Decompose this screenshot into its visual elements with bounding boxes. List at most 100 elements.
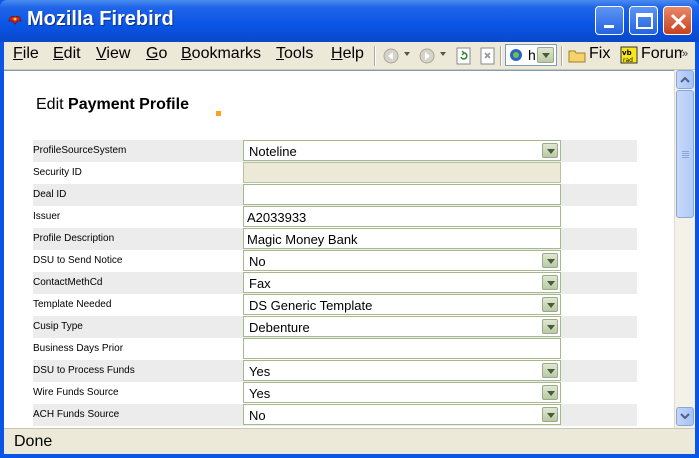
select-field[interactable]: Yes (243, 360, 561, 381)
form-row: Security ID (33, 162, 637, 184)
form-row: Issuer A2033933 (33, 206, 637, 228)
text-field (243, 162, 561, 183)
form-row: DSU to Process Funds Yes (33, 360, 637, 382)
form-row: Wire Funds Source Yes (33, 382, 637, 404)
grip-line (682, 155, 689, 156)
select-field[interactable]: DS Generic Template (243, 294, 561, 315)
stop-icon[interactable] (479, 47, 497, 65)
forum-icon: vb rad (620, 46, 638, 64)
toolbar-separator (374, 46, 376, 66)
maximize-button[interactable] (629, 6, 658, 35)
scroll-down-button[interactable] (676, 407, 694, 426)
url-field[interactable]: h (505, 44, 557, 66)
select-field[interactable]: No (243, 250, 561, 271)
overflow-icon[interactable]: » (682, 48, 688, 60)
form-row: Profile Description Magic Money Bank (33, 228, 637, 250)
select-field[interactable]: Fax (243, 272, 561, 293)
text-field[interactable]: A2033933 (243, 206, 561, 227)
scroll-up-icon (680, 76, 690, 83)
field-label: ACH Funds Source (33, 409, 120, 420)
page-content: Edit Payment Profile ProfileSourceSystem… (4, 70, 674, 428)
scroll-up-button[interactable] (676, 70, 694, 89)
scroll-thumb[interactable] (676, 90, 694, 218)
dropdown-arrow-icon[interactable] (542, 143, 558, 158)
menu-tools[interactable]: Tools (276, 45, 313, 63)
field-label: DSU to Process Funds (33, 365, 135, 376)
toolbar-separator (561, 46, 563, 66)
page-title: Edit Payment Profile (36, 96, 189, 113)
browser-window: Mozilla Firebird File Edit View Go Bookm… (0, 0, 699, 458)
field-value: Noteline (249, 144, 297, 159)
toolbar-separator (500, 46, 502, 66)
form-row: DSU to Send Notice No (33, 250, 637, 272)
select-field[interactable]: Yes (243, 382, 561, 403)
menu-file[interactable]: File (13, 45, 39, 63)
dropdown-arrow-icon[interactable] (542, 385, 558, 400)
back-dropdown-icon[interactable] (404, 52, 410, 56)
grip-line (682, 151, 689, 152)
field-label: Profile Description (33, 233, 115, 244)
close-icon (670, 13, 687, 30)
field-value: No (249, 408, 266, 423)
field-label: Deal ID (33, 189, 67, 200)
url-text: h (528, 47, 536, 63)
form-row: Business Days Prior (33, 338, 637, 360)
dropdown-arrow-icon[interactable] (542, 407, 558, 422)
field-value: Debenture (249, 320, 310, 335)
firebird-app-icon (8, 15, 22, 25)
field-label: ProfileSourceSystem (33, 145, 127, 156)
field-value: No (249, 254, 266, 269)
svg-text:rad: rad (623, 57, 633, 64)
select-field[interactable]: Debenture (243, 316, 561, 337)
site-icon (510, 49, 522, 61)
back-icon[interactable] (382, 47, 400, 65)
menu-edit[interactable]: Edit (53, 45, 81, 63)
window-title: Mozilla Firebird (27, 8, 174, 30)
form-row: Deal ID (33, 184, 637, 206)
text-field[interactable] (243, 338, 561, 359)
forward-dropdown-icon[interactable] (440, 52, 446, 56)
dropdown-arrow-icon[interactable] (542, 319, 558, 334)
field-label: Security ID (33, 167, 82, 178)
menu-go[interactable]: Go (146, 45, 167, 63)
dropdown-arrow-icon[interactable] (542, 253, 558, 268)
minimize-icon (604, 25, 614, 28)
dropdown-arrow-icon[interactable] (542, 363, 558, 378)
reload-icon[interactable] (455, 47, 473, 65)
scroll-down-icon (680, 413, 690, 420)
forward-icon[interactable] (418, 47, 436, 65)
dropdown-arrow-icon[interactable] (542, 275, 558, 290)
form-row: ProfileSourceSystem Noteline (33, 140, 637, 162)
title-bar[interactable]: Mozilla Firebird (0, 0, 699, 42)
dropdown-arrow-icon[interactable] (542, 297, 558, 312)
field-label: Wire Funds Source (33, 387, 119, 398)
field-value: Magic Money Bank (247, 232, 358, 247)
menu-help[interactable]: Help (331, 45, 364, 63)
menu-bar: File Edit View Go Bookmarks Tools Help h (4, 42, 695, 70)
field-value: DS Generic Template (249, 298, 373, 313)
status-text: Done (14, 433, 53, 450)
select-field[interactable]: Noteline (243, 140, 561, 161)
field-label: DSU to Send Notice (33, 255, 123, 266)
bookmark-fix[interactable]: Fix (589, 45, 610, 63)
minimize-button[interactable] (595, 6, 624, 35)
field-label: Template Needed (33, 299, 112, 310)
bookmark-forum[interactable]: Forum (641, 45, 683, 63)
close-button[interactable] (663, 6, 692, 35)
vertical-scrollbar[interactable] (674, 70, 695, 428)
field-label: Cusip Type (33, 321, 83, 332)
chevron-down-icon (542, 53, 550, 58)
field-label: Issuer (33, 211, 61, 222)
svg-text:vb: vb (622, 49, 632, 57)
text-field[interactable]: Magic Money Bank (243, 228, 561, 249)
grip-line (682, 153, 689, 154)
field-label: ContactMethCd (33, 277, 103, 288)
text-field[interactable] (243, 184, 561, 205)
folder-icon (568, 50, 586, 63)
form-row: ACH Funds Source No (33, 404, 637, 426)
select-field[interactable]: No (243, 404, 561, 425)
menu-view[interactable]: View (96, 45, 130, 63)
url-dropdown-button[interactable] (537, 47, 554, 63)
maximize-icon (636, 13, 653, 29)
menu-bookmarks[interactable]: Bookmarks (181, 45, 261, 63)
